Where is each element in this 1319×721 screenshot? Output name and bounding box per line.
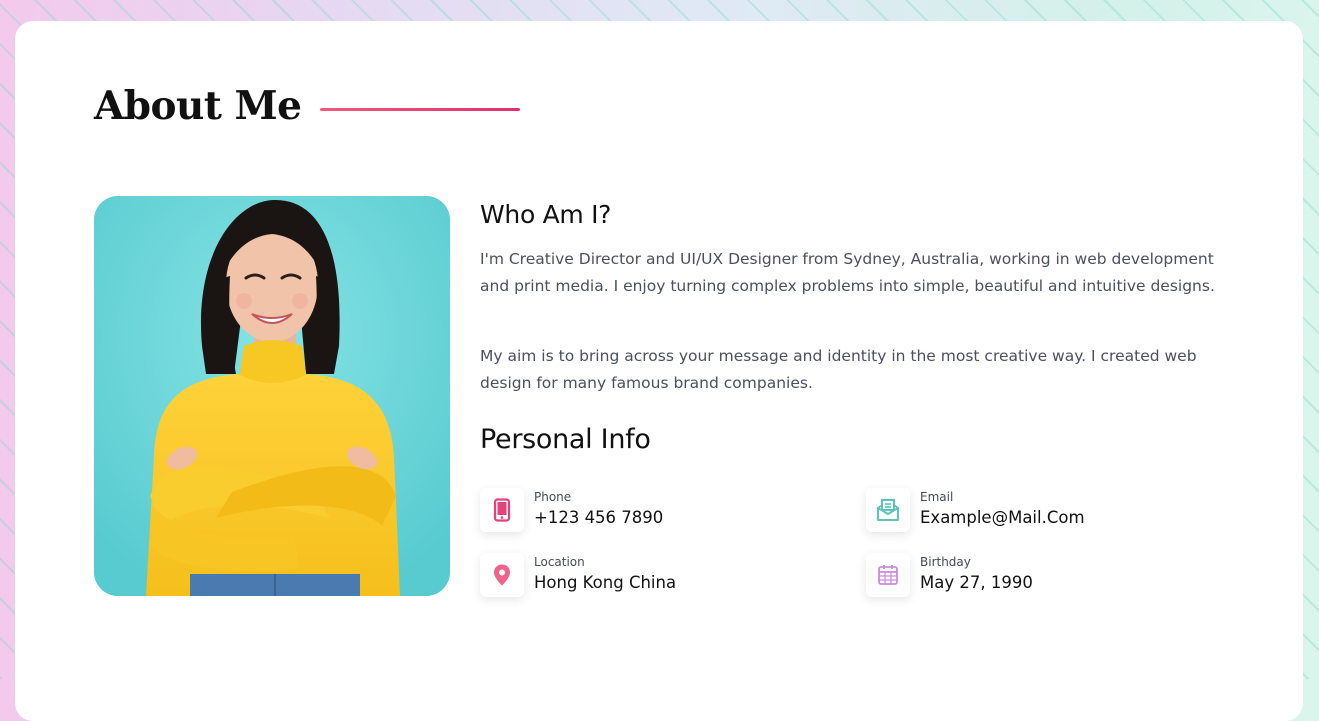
calendar-icon: [878, 565, 898, 585]
who-am-i-heading: Who Am I?: [480, 200, 612, 229]
location-icon-box: [480, 553, 524, 597]
info-item-birthday: Birthday May 27, 1990: [866, 553, 1196, 599]
info-value: Hong Kong China: [534, 573, 677, 592]
info-value: May 27, 1990: [920, 573, 1033, 592]
info-item-phone: Phone +123 456 7890: [480, 488, 810, 534]
portrait-illustration: [94, 196, 450, 596]
info-value: Example@Mail.Com: [920, 508, 1085, 527]
envelope-icon-box: [866, 488, 910, 532]
phone-icon-box: [480, 488, 524, 532]
about-card: About Me Who Am I? I'm Creative Director…: [15, 21, 1303, 721]
info-item-location: Location Hong Kong China: [480, 553, 810, 599]
title-underline-decoration: [320, 108, 520, 111]
profile-photo: [94, 196, 450, 596]
section-title: About Me: [94, 83, 302, 129]
info-label: Location: [534, 555, 585, 569]
info-label: Email: [920, 490, 954, 504]
location-pin-icon: [494, 564, 510, 586]
calendar-icon-box: [866, 553, 910, 597]
info-value: +123 456 7890: [534, 508, 664, 527]
envelope-icon: [877, 499, 899, 521]
info-item-email: Email Example@Mail.Com: [866, 488, 1196, 534]
info-label: Phone: [534, 490, 572, 504]
bio-paragraph-2: My aim is to bring across your message a…: [480, 347, 1197, 392]
personal-info-heading: Personal Info: [480, 424, 651, 455]
info-label: Birthday: [920, 555, 971, 569]
bio-paragraph-1: I'm Creative Director and UI/UX Designer…: [480, 250, 1215, 295]
phone-icon: [493, 498, 511, 522]
